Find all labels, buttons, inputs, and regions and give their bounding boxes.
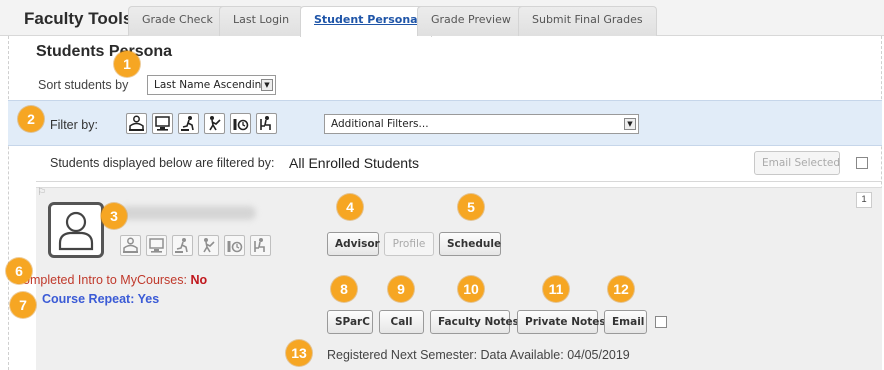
callout-9: 9 — [388, 276, 414, 302]
schedule-button[interactable]: Schedule — [439, 232, 501, 256]
sort-select[interactable]: Last Name Ascending ▼ — [147, 75, 276, 95]
private-notes-button[interactable]: Private Notes — [517, 310, 606, 334]
registered-date: 04/05/2019 — [567, 348, 630, 362]
chevron-down-icon: ▼ — [261, 79, 273, 91]
student-select-checkbox[interactable] — [655, 316, 667, 328]
callout-5: 5 — [458, 194, 484, 220]
callout-8: 8 — [331, 276, 357, 302]
app-title: Faculty Tools — [24, 9, 133, 28]
intro-status-label: Completed Intro to MyCourses: — [14, 273, 187, 287]
section-divider — [36, 181, 882, 182]
seated-persona-icon — [250, 235, 271, 256]
advisor-button[interactable]: Advisor — [327, 232, 380, 256]
row-number: 1 — [856, 192, 872, 208]
course-repeat-status: Course Repeat: Yes — [42, 292, 160, 306]
person-icon — [58, 211, 94, 251]
intro-status-value: No — [190, 273, 208, 287]
tab-student-persona[interactable]: Student Persona — [300, 6, 432, 37]
callout-10: 10 — [458, 276, 484, 302]
additional-filters-select[interactable]: Additional Filters... ▼ — [324, 114, 639, 134]
callout-4: 4 — [337, 194, 363, 220]
reading-persona-icon — [172, 235, 193, 256]
timer-filter-icon[interactable] — [230, 113, 251, 134]
callout-2: 2 — [18, 106, 44, 132]
callout-11: 11 — [543, 276, 569, 302]
tab-last-login[interactable]: Last Login — [219, 6, 304, 36]
email-button[interactable]: Email — [604, 310, 647, 334]
callout-7: 7 — [10, 292, 36, 318]
sort-label: Sort students by — [38, 78, 129, 92]
callout-3: 3 — [101, 203, 127, 229]
flag-icon[interactable]: ⚐ — [37, 187, 46, 198]
tab-grade-check[interactable]: Grade Check — [128, 6, 227, 36]
select-all-checkbox[interactable] — [856, 157, 868, 169]
faculty-notes-button[interactable]: Faculty Notes — [430, 310, 519, 334]
computer-filter-icon[interactable] — [152, 113, 173, 134]
advisor-filter-icon[interactable] — [126, 113, 147, 134]
callout-13: 13 — [286, 340, 312, 366]
callout-6: 6 — [6, 258, 32, 284]
student-name-redacted — [120, 206, 256, 220]
call-button[interactable]: Call — [379, 310, 424, 334]
additional-filters-placeholder: Additional Filters... — [331, 118, 429, 130]
header-bar: Faculty Tools Grade Check Last Login Stu… — [0, 0, 884, 37]
reading-filter-icon[interactable] — [178, 113, 199, 134]
walking-filter-icon[interactable] — [204, 113, 225, 134]
filtered-by-label: Students displayed below are filtered by… — [50, 156, 275, 170]
filtered-by-value: All Enrolled Students — [289, 155, 419, 171]
profile-button[interactable]: Profile — [384, 232, 434, 256]
email-selected-button[interactable]: Email Selected — [754, 151, 840, 175]
tab-submit-final-grades[interactable]: Submit Final Grades — [518, 6, 657, 36]
advisor-persona-icon — [120, 235, 141, 256]
filter-label: Filter by: — [50, 118, 98, 132]
callout-1: 1 — [114, 51, 140, 77]
timer-persona-icon — [224, 235, 245, 256]
chevron-down-icon: ▼ — [624, 118, 636, 130]
student-avatar — [48, 202, 104, 258]
sort-select-value: Last Name Ascending — [154, 79, 268, 91]
seated-filter-icon[interactable] — [256, 113, 277, 134]
computer-persona-icon — [146, 235, 167, 256]
registered-label: Registered Next Semester: Data Available… — [327, 348, 564, 362]
section-title: Students Persona — [36, 43, 173, 60]
walking-persona-icon — [198, 235, 219, 256]
callout-12: 12 — [608, 276, 634, 302]
intro-status: Completed Intro to MyCourses: No — [14, 273, 207, 287]
tab-grade-preview[interactable]: Grade Preview — [417, 6, 525, 36]
sparc-button[interactable]: SParC — [327, 310, 373, 334]
registered-next-semester: Registered Next Semester: Data Available… — [327, 348, 630, 362]
